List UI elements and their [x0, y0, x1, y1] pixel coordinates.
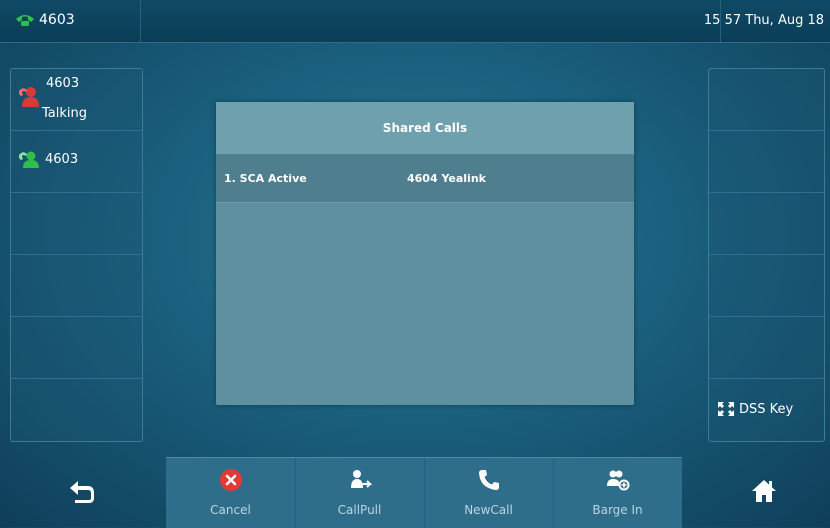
shared-calls-dialog: Shared Calls 1. SCA Active 4604 Yealink — [216, 102, 634, 405]
cancel-icon — [219, 469, 242, 491]
linekey-1[interactable]: 4603 Talking — [11, 69, 142, 131]
callpull-icon — [350, 470, 372, 488]
linekey-1-status: Talking — [42, 106, 87, 121]
newcall-button[interactable]: NewCall — [424, 458, 554, 528]
status-divider — [140, 0, 141, 42]
dss-key-button[interactable]: DSS Key — [709, 379, 824, 440]
date-time: 15 57 Thu, Aug 18 — [703, 13, 824, 28]
dialog-title: Shared Calls — [216, 102, 634, 155]
right-linekey-panel: DSS Key — [708, 68, 825, 442]
cancel-label: Cancel — [210, 503, 251, 517]
contact-icon — [19, 151, 39, 168]
shared-call-party: 4604 Yealink — [407, 172, 486, 185]
callpull-button[interactable]: CallPull — [295, 458, 425, 528]
softkey-bar: Cancel CallPull NewCall Barge In — [166, 457, 682, 528]
phone-icon — [478, 470, 499, 490]
barge-in-button[interactable]: Barge In — [553, 458, 682, 528]
linekey-6[interactable] — [11, 379, 142, 440]
linekey-4[interactable] — [11, 255, 142, 317]
line-number: 4603 — [39, 12, 75, 28]
left-linekey-panel: 4603 Talking 4603 — [10, 68, 143, 442]
back-arrow-icon[interactable] — [66, 478, 96, 504]
linekey-11[interactable] — [709, 317, 824, 379]
linekey-5[interactable] — [11, 317, 142, 379]
shared-call-status: 1. SCA Active — [224, 172, 307, 185]
linekey-1-title: 4603 — [46, 76, 80, 91]
status-bar: 4603 15 57 Thu, Aug 18 — [0, 0, 830, 43]
linekey-2[interactable]: 4603 — [11, 131, 142, 193]
talking-contact-icon — [19, 87, 39, 107]
shared-call-row[interactable]: 1. SCA Active 4604 Yealink — [216, 155, 634, 203]
cancel-button[interactable]: Cancel — [166, 458, 296, 528]
callpull-label: CallPull — [337, 503, 382, 517]
linekey-8[interactable] — [709, 131, 824, 193]
linekey-2-title: 4603 — [45, 151, 79, 167]
expand-arrows-icon — [718, 402, 734, 416]
linekey-9[interactable] — [709, 193, 824, 255]
linekey-10[interactable] — [709, 255, 824, 317]
phone-handset-icon — [16, 15, 34, 26]
line-indicator[interactable]: 4603 — [14, 12, 75, 28]
linekey-3[interactable] — [11, 193, 142, 255]
barge-in-label: Barge In — [592, 503, 643, 517]
home-icon[interactable] — [751, 478, 777, 504]
linekey-7[interactable] — [709, 69, 824, 131]
newcall-label: NewCall — [464, 503, 513, 517]
dss-key-label: DSS Key — [739, 401, 794, 417]
barge-in-icon — [606, 470, 629, 491]
